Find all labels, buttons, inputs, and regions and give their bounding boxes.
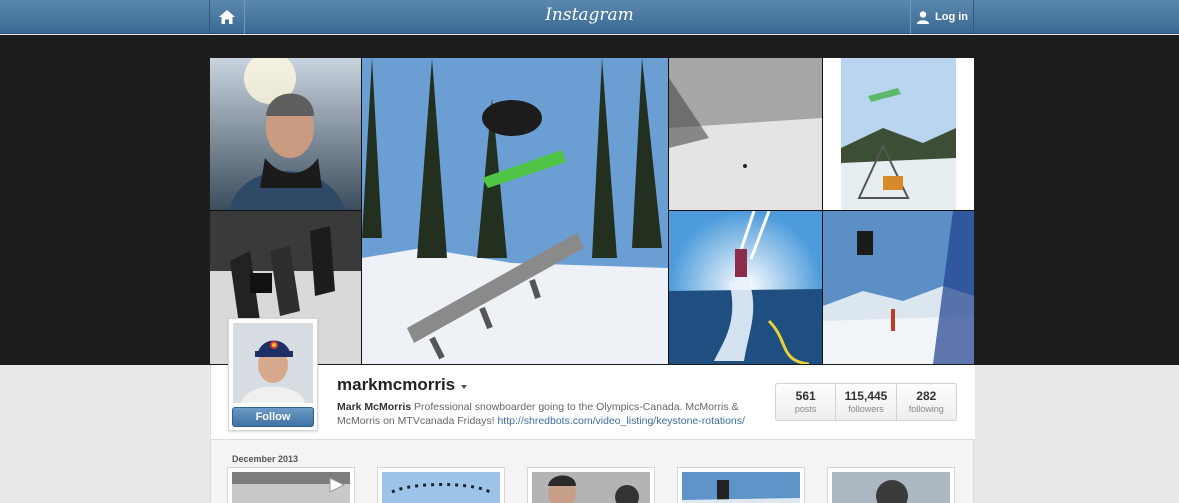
photo-flyboard-water[interactable] — [669, 211, 822, 364]
photo-mountain-air[interactable] — [823, 211, 974, 364]
top-navigation-bar: Instagram Log in — [0, 0, 1179, 34]
feed-thumb[interactable] — [227, 467, 355, 503]
photo-snowboard-rail-jump[interactable] — [362, 58, 668, 364]
user-icon — [917, 11, 929, 24]
stat-followers[interactable]: 115,445 followers — [836, 384, 897, 420]
stat-label: following — [908, 404, 944, 414]
stat-value: 561 — [795, 389, 816, 403]
feed-thumb[interactable] — [827, 467, 955, 503]
stat-label: posts — [794, 404, 817, 414]
photo-portrait-beanie[interactable] — [210, 58, 361, 210]
instagram-logo[interactable]: Instagram — [0, 5, 1179, 25]
photo-foggy-slope[interactable] — [669, 58, 822, 210]
bio: Mark McMorris Professional snowboarder g… — [337, 400, 757, 428]
stat-label: followers — [848, 404, 884, 414]
feed-thumb-image — [682, 472, 800, 503]
feed-thumb[interactable] — [527, 467, 655, 503]
avatar-card: Follow — [228, 318, 318, 431]
stat-following[interactable]: 282 following — [897, 384, 956, 420]
feed-thumb[interactable] — [377, 467, 505, 503]
username: markmcmorris — [337, 375, 456, 394]
feed-thumb-image — [382, 472, 500, 503]
username-header[interactable]: markmcmorris — [337, 375, 468, 395]
bio-name: Mark McMorris — [337, 401, 412, 413]
login-button[interactable]: Log in — [910, 0, 974, 34]
feed-thumb-image — [532, 472, 650, 503]
feed-thumb[interactable] — [677, 467, 805, 503]
follow-button[interactable]: Follow — [232, 407, 314, 427]
stat-value: 115,445 — [844, 389, 888, 403]
stat-value: 282 — [916, 389, 937, 403]
login-label: Log in — [935, 11, 968, 23]
profile-stats: 561 posts 115,445 followers 282 followin… — [775, 383, 957, 421]
bio-link[interactable]: http://shredbots.com/video_listing/keyst… — [497, 415, 744, 427]
feed-month-label: December 2013 — [232, 454, 299, 464]
chevron-down-icon[interactable] — [461, 384, 468, 389]
stat-posts[interactable]: 561 posts — [776, 384, 837, 420]
feed-thumb-image — [232, 472, 350, 503]
feed-thumb-image — [832, 472, 950, 503]
photo-mosaic — [210, 58, 974, 364]
photo-tent-jump[interactable] — [823, 58, 974, 210]
avatar[interactable] — [233, 323, 313, 403]
